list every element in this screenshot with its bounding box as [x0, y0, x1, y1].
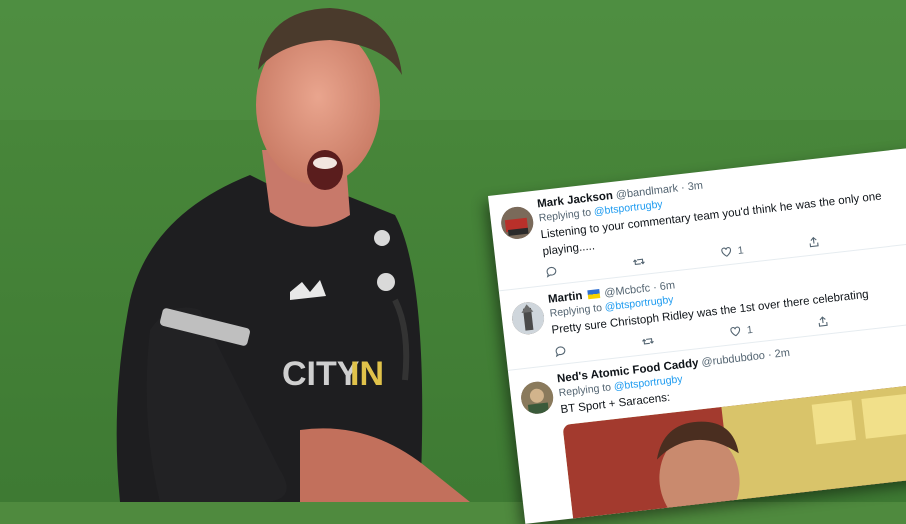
- timestamp[interactable]: · 6m: [653, 280, 676, 294]
- retweet-button[interactable]: [641, 326, 730, 349]
- avatar[interactable]: [499, 205, 535, 241]
- like-button[interactable]: 1: [728, 316, 817, 339]
- share-icon: [818, 316, 828, 327]
- ukraine-flag-icon: [586, 289, 600, 300]
- reply-icon: [555, 346, 566, 358]
- share-icon: [809, 237, 819, 248]
- like-icon: [721, 247, 732, 258]
- avatar[interactable]: [510, 300, 546, 337]
- svg-text:CITY: CITY: [282, 355, 360, 393]
- reply-icon: [546, 267, 557, 279]
- reply-button[interactable]: [553, 336, 642, 359]
- like-count: 1: [737, 244, 745, 257]
- like-button[interactable]: 1: [719, 237, 808, 260]
- retweet-button[interactable]: [632, 246, 721, 269]
- like-icon: [730, 326, 741, 337]
- timestamp[interactable]: · 3m: [680, 180, 703, 194]
- retweet-icon: [633, 258, 645, 266]
- like-count: 1: [746, 323, 754, 337]
- reply-button[interactable]: [544, 256, 633, 279]
- avatar[interactable]: [519, 380, 555, 416]
- svg-text:IN: IN: [350, 355, 384, 393]
- retweet-icon: [642, 338, 654, 345]
- share-button[interactable]: [807, 227, 896, 250]
- timestamp[interactable]: · 2m: [767, 347, 790, 361]
- share-button[interactable]: [816, 306, 905, 329]
- tweet-replies-panel: Mark Jackson @bandlmark · 3m Replying to…: [488, 147, 906, 524]
